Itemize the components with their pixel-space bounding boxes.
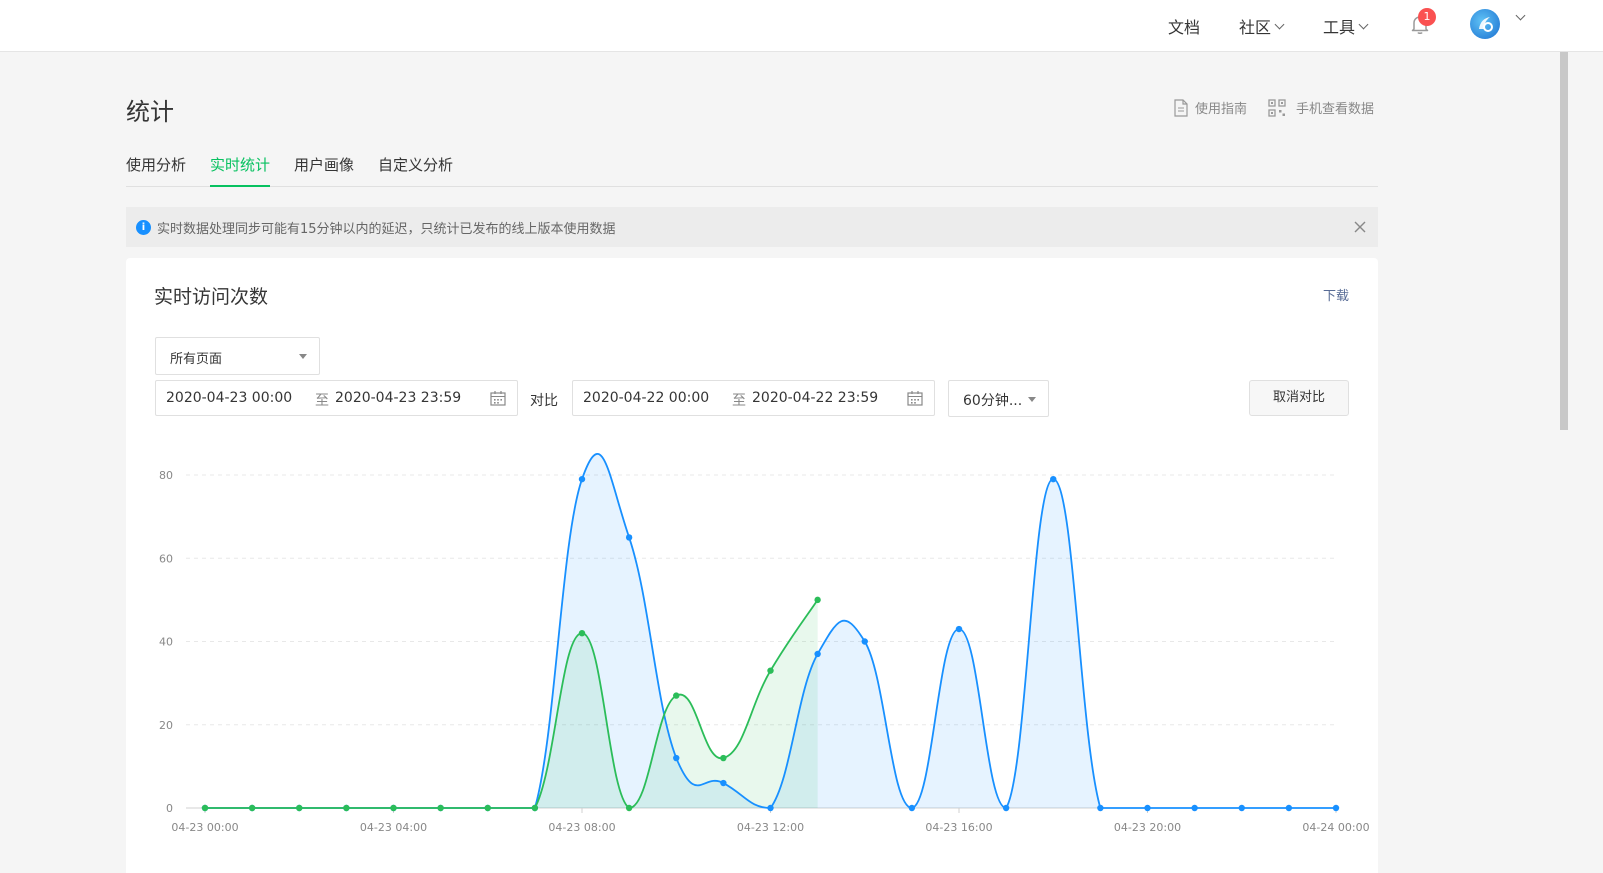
realtime-visits-card: 实时访问次数 下载 所有页面 2020-04-23 00:00 至 2020-0… xyxy=(126,258,1378,873)
data-point xyxy=(720,754,727,762)
avatar[interactable] xyxy=(1470,9,1500,39)
data-point xyxy=(673,692,680,699)
data-point xyxy=(484,804,491,812)
topnav-docs[interactable]: 文档 xyxy=(1168,0,1200,52)
data-point xyxy=(1144,804,1151,812)
notification-badge: 1 xyxy=(1418,8,1436,26)
data-point xyxy=(720,779,727,787)
data-point xyxy=(673,754,680,762)
data-point xyxy=(1191,804,1198,812)
topnav-tools[interactable]: 工具 xyxy=(1323,0,1369,52)
data-point xyxy=(343,804,350,812)
community-menu[interactable]: 社区 xyxy=(1239,14,1271,38)
tools-menu[interactable]: 工具 xyxy=(1323,14,1355,38)
data-point xyxy=(625,804,633,812)
data-point xyxy=(767,667,774,674)
data-point xyxy=(296,804,303,812)
y-tick-label: 20 xyxy=(159,719,173,732)
series-area-1 xyxy=(205,599,818,808)
y-tick-label: 80 xyxy=(159,469,173,482)
info-icon: i xyxy=(136,219,151,235)
x-tick-label: 04-23 04:00 xyxy=(360,821,427,834)
data-point xyxy=(1002,804,1010,812)
tab-custom-analysis[interactable]: 自定义分析 xyxy=(378,150,453,187)
x-tick-label: 04-23 20:00 xyxy=(1114,821,1181,834)
qrcode-icon xyxy=(1268,98,1286,117)
data-point xyxy=(578,475,586,483)
notice-text: 实时数据处理同步可能有15分钟以内的延迟，只统计已发布的线上版本使用数据 xyxy=(157,221,616,237)
data-point xyxy=(814,596,821,604)
topnav-community[interactable]: 社区 xyxy=(1239,0,1285,52)
data-point xyxy=(248,804,256,812)
tab-usage-analysis[interactable]: 使用分析 xyxy=(126,150,186,187)
data-point xyxy=(767,804,774,812)
x-tick-label: 04-23 12:00 xyxy=(737,821,804,834)
data-point xyxy=(814,650,821,658)
data-point xyxy=(861,638,868,645)
document-icon xyxy=(1174,98,1188,117)
guide-label: 使用指南 xyxy=(1195,102,1248,117)
y-tick-label: 60 xyxy=(159,552,173,565)
data-point xyxy=(908,804,916,812)
docs-link[interactable]: 文档 xyxy=(1168,14,1200,38)
mobile-data-link[interactable]: 手机查看数据 xyxy=(1268,98,1374,117)
data-point xyxy=(625,534,633,541)
data-point xyxy=(437,804,444,812)
tab-realtime-stats[interactable]: 实时统计 xyxy=(210,150,271,187)
guide-link[interactable]: 使用指南 xyxy=(1173,98,1247,117)
data-point xyxy=(1050,475,1057,483)
data-point xyxy=(955,625,963,633)
data-point xyxy=(1332,804,1340,812)
chevron-down-icon xyxy=(1274,19,1285,29)
y-tick-label: 40 xyxy=(159,636,173,649)
mobile-data-label: 手机查看数据 xyxy=(1296,102,1375,117)
data-point xyxy=(390,804,397,812)
data-point xyxy=(1097,804,1104,812)
x-tick-label: 04-23 16:00 xyxy=(925,821,992,834)
data-point xyxy=(201,804,209,812)
data-point xyxy=(1285,804,1293,812)
y-tick-label: 0 xyxy=(166,802,173,815)
chevron-down-icon xyxy=(1358,19,1369,29)
x-tick-label: 04-23 00:00 xyxy=(171,821,238,834)
data-point xyxy=(531,804,539,812)
x-tick-label: 04-24 00:00 xyxy=(1302,821,1369,834)
x-tick-label: 04-23 08:00 xyxy=(548,821,615,834)
notice-bar: i 实时数据处理同步可能有15分钟以内的延迟，只统计已发布的线上版本使用数据 xyxy=(126,207,1378,247)
data-point xyxy=(1238,804,1245,812)
tab-bar: 使用分析 实时统计 用户画像 自定义分析 xyxy=(126,150,1378,187)
tab-user-profile[interactable]: 用户画像 xyxy=(294,150,354,187)
data-point xyxy=(578,629,586,637)
visits-chart: 0 20 40 60 80 04-23 00:00 04-23 04:00 04-23 08:… xyxy=(159,453,1370,834)
page-scrollbar[interactable] xyxy=(1560,52,1568,430)
page-title: 统计 xyxy=(126,98,174,126)
close-icon[interactable] xyxy=(1350,217,1370,237)
